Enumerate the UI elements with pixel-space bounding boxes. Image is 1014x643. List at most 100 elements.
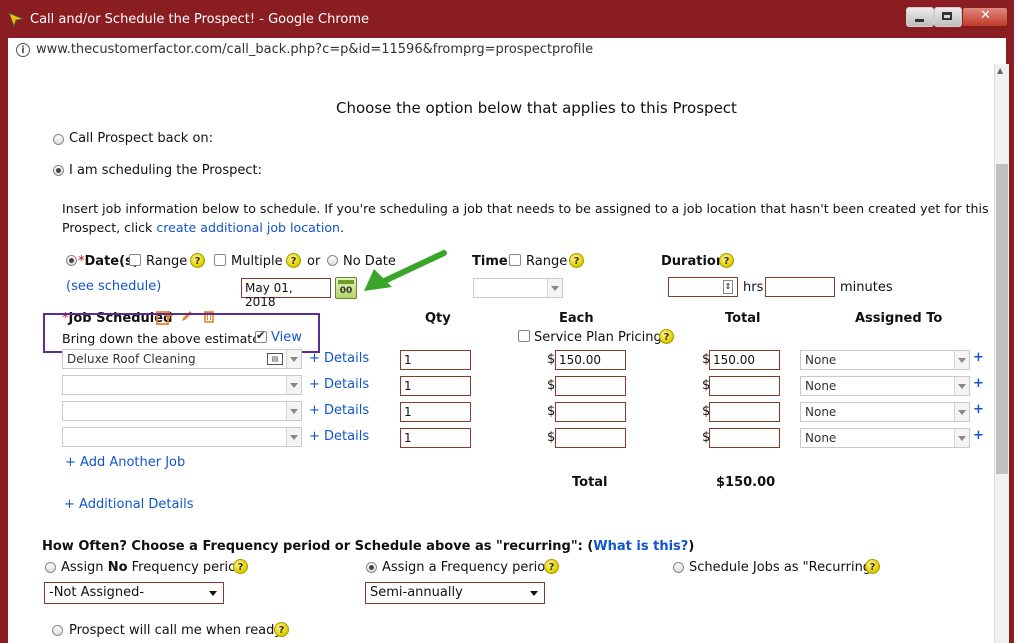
help-icon[interactable]: ?: [233, 559, 248, 574]
app-icon: [8, 12, 24, 27]
details-link[interactable]: + Details: [309, 351, 369, 366]
minimize-button[interactable]: [906, 7, 934, 27]
no-date-radio[interactable]: [327, 255, 338, 266]
assigned-select[interactable]: None: [800, 428, 970, 448]
details-link[interactable]: + Details: [309, 429, 369, 444]
prospect-call-radio[interactable]: [52, 625, 63, 636]
qty-input[interactable]: 1: [400, 376, 471, 396]
title-bar: Call and/or Schedule the Prospect! - Goo…: [0, 0, 1014, 38]
assigned-select[interactable]: None: [800, 350, 970, 370]
qty-input[interactable]: 1: [400, 428, 471, 448]
help-icon[interactable]: ?: [544, 559, 559, 574]
prospect-call-label: Prospect will call me when ready.: [69, 623, 285, 638]
time-range-checkbox[interactable]: [509, 254, 521, 266]
total-header: Total: [725, 311, 761, 326]
job-select[interactable]: [62, 375, 302, 395]
qty-input[interactable]: 1: [400, 350, 471, 370]
highlight-annotation-box: [43, 313, 320, 353]
intro-text-2: Prospect, click: [62, 220, 153, 235]
help-icon[interactable]: ?: [719, 253, 734, 268]
call-back-radio[interactable]: [53, 134, 64, 145]
date-multiple-checkbox[interactable]: [214, 254, 226, 266]
service-plan-checkbox[interactable]: [518, 330, 530, 342]
time-select[interactable]: [473, 278, 563, 298]
help-icon[interactable]: ?: [274, 622, 289, 637]
each-input[interactable]: 150.00: [555, 350, 626, 370]
url-text[interactable]: www.thecustomerfactor.com/call_back.php?…: [36, 42, 593, 57]
details-link[interactable]: + Details: [309, 377, 369, 392]
spinner-icon[interactable]: ⇕: [723, 280, 733, 294]
help-icon[interactable]: ?: [190, 253, 205, 268]
help-icon[interactable]: ?: [569, 253, 584, 268]
help-icon[interactable]: ?: [865, 559, 880, 574]
maximize-button[interactable]: [934, 7, 962, 27]
total-input[interactable]: [709, 428, 780, 448]
page-heading: Choose the option below that applies to …: [336, 99, 737, 117]
what-is-this-link[interactable]: What is this?: [593, 539, 688, 554]
hours-input[interactable]: ⇕: [668, 277, 738, 297]
each-input[interactable]: [555, 376, 626, 396]
see-schedule-link[interactable]: (see schedule): [66, 279, 161, 294]
total-value: $150.00: [716, 475, 776, 490]
help-icon[interactable]: ?: [286, 253, 301, 268]
or-label: or: [307, 254, 321, 269]
browser-window: Call and/or Schedule the Prospect! - Goo…: [0, 0, 1014, 643]
assigned-header: Assigned To: [855, 311, 943, 326]
scheduling-radio[interactable]: [53, 165, 64, 176]
close-button[interactable]: ✕: [962, 7, 1008, 27]
recurring-radio[interactable]: [673, 562, 684, 573]
frequency-period-select[interactable]: Semi-annually: [365, 582, 545, 604]
minutes-label: minutes: [840, 280, 893, 295]
total-label: Total: [572, 475, 608, 490]
service-plan-label: Service Plan Pricing: [534, 330, 662, 345]
add-assignee-icon[interactable]: +: [973, 350, 984, 365]
each-input[interactable]: [555, 402, 626, 422]
assigned-select[interactable]: None: [800, 402, 970, 422]
info-icon[interactable]: i: [16, 43, 30, 57]
page-content: Choose the option below that applies to …: [8, 64, 994, 643]
additional-details-link[interactable]: + Additional Details: [64, 497, 194, 512]
minutes-input[interactable]: [765, 277, 835, 297]
add-assignee-icon[interactable]: +: [973, 376, 984, 391]
date-range-checkbox[interactable]: [129, 254, 141, 266]
total-input[interactable]: [709, 402, 780, 422]
job-select[interactable]: [62, 427, 302, 447]
help-icon[interactable]: ?: [659, 329, 674, 344]
assigned-select[interactable]: None: [800, 376, 970, 396]
scheduling-label: I am scheduling the Prospect:: [69, 163, 262, 178]
no-frequency-radio[interactable]: [45, 562, 56, 573]
scroll-up-icon[interactable]: ▲: [997, 66, 1003, 75]
no-frequency-label: Assign No Frequency period: [61, 560, 245, 575]
calendar-icon[interactable]: 00: [335, 277, 357, 299]
close-icon: ✕: [980, 8, 991, 23]
each-header: Each: [559, 311, 594, 326]
create-location-link[interactable]: create additional job location: [156, 220, 340, 235]
date-range-label: Range: [146, 254, 188, 269]
date-input[interactable]: May 01, 2018: [241, 278, 331, 309]
total-input[interactable]: [709, 376, 780, 396]
scroll-thumb[interactable]: [996, 164, 1008, 474]
job-select[interactable]: [62, 401, 302, 421]
intro-period: .: [340, 220, 345, 235]
total-input[interactable]: 150.00: [709, 350, 780, 370]
each-input[interactable]: [555, 428, 626, 448]
qty-input[interactable]: 1: [400, 402, 471, 422]
frequency-question: How Often? Choose a Frequency period or …: [42, 539, 695, 554]
dates-radio[interactable]: [66, 255, 77, 266]
window-title: Call and/or Schedule the Prospect! - Goo…: [30, 12, 370, 27]
job-select[interactable]: Deluxe Roof Cleaning ▤: [62, 349, 302, 369]
add-assignee-icon[interactable]: +: [973, 402, 984, 417]
details-link[interactable]: + Details: [309, 403, 369, 418]
add-another-job-link[interactable]: + Add Another Job: [65, 455, 185, 470]
add-assignee-icon[interactable]: +: [973, 428, 984, 443]
time-range-label: Range: [526, 254, 568, 269]
assign-frequency-radio[interactable]: [366, 562, 377, 573]
green-arrow-annotation: [364, 250, 447, 291]
no-frequency-select[interactable]: -Not Assigned-: [44, 582, 224, 604]
date-multiple-label: Multiple: [231, 254, 283, 269]
recurring-label: Schedule Jobs as "Recurring": [689, 560, 878, 575]
call-back-label: Call Prospect back on:: [69, 131, 214, 146]
hrs-label: hrs: [743, 280, 764, 295]
vertical-scrollbar[interactable]: ▲: [994, 64, 1009, 643]
address-bar[interactable]: i www.thecustomerfactor.com/call_back.ph…: [8, 38, 1006, 65]
